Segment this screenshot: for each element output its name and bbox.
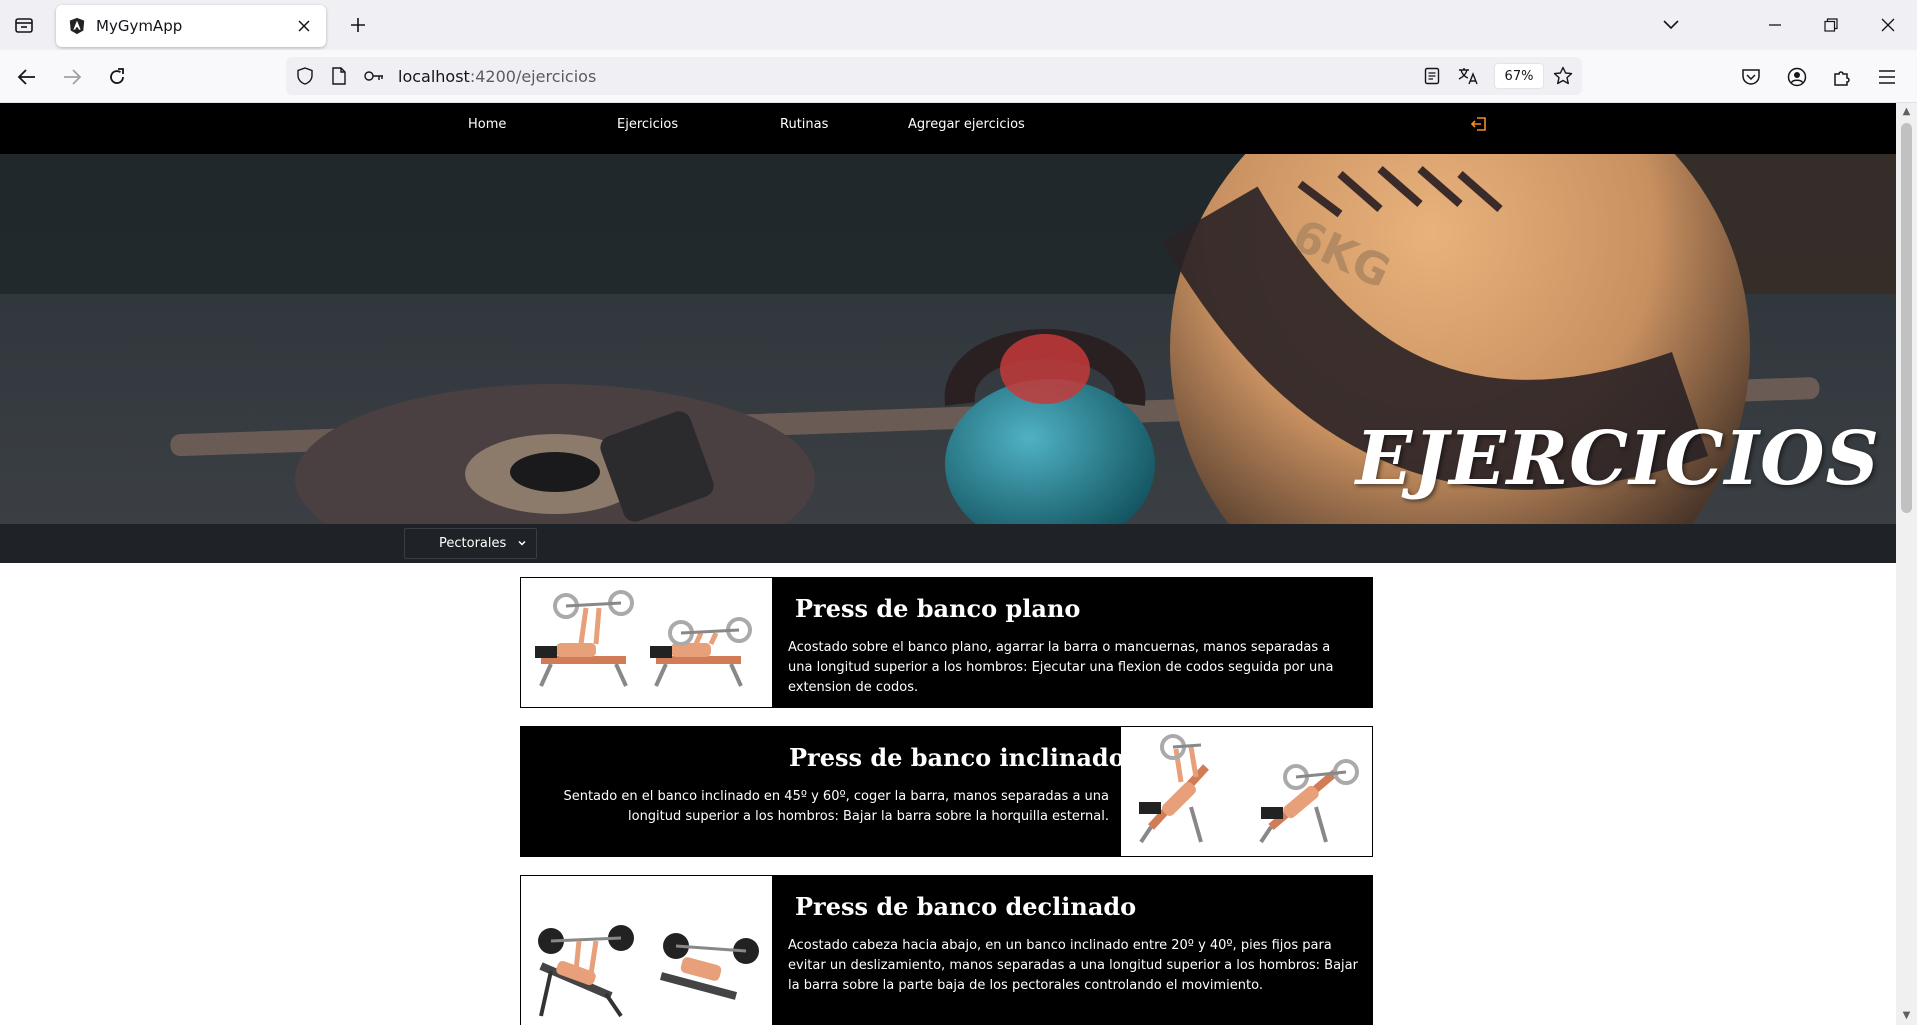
exercise-title: Press de banco plano xyxy=(795,594,1081,623)
reload-icon xyxy=(110,68,124,84)
back-button[interactable] xyxy=(10,60,44,94)
exercise-description: Sentado en el banco inclinado en 45º y 6… xyxy=(563,789,1109,824)
reload-button[interactable] xyxy=(100,60,134,94)
puzzle-icon xyxy=(1834,71,1850,86)
exercise-image-press-plano xyxy=(521,578,772,707)
exercise-card[interactable]: Press de banco inclinado Sentado en el b… xyxy=(520,726,1373,857)
translate-icon[interactable] xyxy=(1456,64,1480,88)
url-host: localhost xyxy=(398,67,470,86)
close-icon xyxy=(298,20,310,32)
exercise-title: Press de banco declinado xyxy=(795,892,1137,921)
account-icon xyxy=(1787,67,1807,87)
url-bar[interactable]: localhost:4200/ejercicios 67% xyxy=(286,57,1582,95)
exercise-image-press-inclinado xyxy=(1121,727,1372,856)
scroll-down-arrow[interactable]: ▼ xyxy=(1901,1010,1912,1022)
pocket-icon xyxy=(1742,69,1760,85)
minimize-icon xyxy=(1769,24,1781,26)
scrollbar-thumb[interactable] xyxy=(1901,123,1912,513)
menu-button[interactable] xyxy=(1870,60,1904,94)
tab-mygymapp[interactable]: MyGymApp xyxy=(56,5,326,47)
pocket-button[interactable] xyxy=(1734,60,1768,94)
reader-view-icon[interactable] xyxy=(1420,64,1444,88)
restore-button[interactable] xyxy=(1816,10,1846,40)
browser-nav-bar: localhost:4200/ejercicios 67% xyxy=(0,50,1917,103)
arrow-left-icon xyxy=(17,69,35,85)
exercise-description: Acostado sobre el banco plano, agarrar l… xyxy=(788,640,1334,695)
page-info-icon[interactable] xyxy=(327,64,351,88)
shield-icon[interactable] xyxy=(293,64,317,88)
close-window-button[interactable] xyxy=(1873,10,1903,40)
scroll-up-arrow[interactable]: ▲ xyxy=(1901,106,1912,118)
bookmark-star-icon[interactable] xyxy=(1551,64,1575,88)
restore-icon xyxy=(1824,18,1838,32)
exercise-title: Press de banco inclinado xyxy=(789,743,1125,772)
filter-bar: Pectorales xyxy=(0,524,1896,563)
hero-banner: 6KG EJERCICIOS xyxy=(0,154,1896,524)
minimize-button[interactable] xyxy=(1760,10,1790,40)
key-icon[interactable] xyxy=(362,64,386,88)
nav-link-agregar-ejercicios[interactable]: Agregar ejercicios xyxy=(908,117,1025,132)
url-text[interactable]: localhost:4200/ejercicios xyxy=(398,67,596,86)
chevron-down-icon xyxy=(518,540,526,546)
logout-icon[interactable] xyxy=(1470,115,1488,133)
muscle-group-selected: Pectorales xyxy=(439,536,507,551)
account-button[interactable] xyxy=(1780,60,1814,94)
tab-list-button[interactable] xyxy=(6,7,42,43)
plus-icon xyxy=(351,18,365,32)
nav-link-ejercicios[interactable]: Ejercicios xyxy=(617,117,678,132)
forward-button[interactable] xyxy=(55,60,89,94)
close-icon xyxy=(1881,18,1895,32)
chevron-down-icon xyxy=(1663,20,1679,30)
arrow-right-icon xyxy=(64,69,82,85)
site-navigation: Home Ejercicios Rutinas Agregar ejercici… xyxy=(0,103,1896,154)
nav-link-home[interactable]: Home xyxy=(468,117,506,132)
hamburger-menu-icon xyxy=(1879,70,1895,84)
page-scrollbar[interactable]: ▲ ▼ xyxy=(1896,103,1917,1025)
tab-close-button[interactable] xyxy=(292,14,316,38)
hero-title: EJERCICIOS xyxy=(1355,416,1880,502)
exercise-card[interactable]: Press de banco plano Acostado sobre el b… xyxy=(520,577,1373,708)
exercise-card[interactable]: Press de banco declinado Acostado cabeza… xyxy=(520,875,1373,1025)
extensions-button[interactable] xyxy=(1825,60,1859,94)
angular-favicon-icon xyxy=(69,17,85,35)
tab-title: MyGymApp xyxy=(96,17,183,35)
url-path: :4200/ejercicios xyxy=(469,67,597,86)
list-all-tabs-button[interactable] xyxy=(1656,10,1686,40)
zoom-level-badge[interactable]: 67% xyxy=(1494,63,1544,89)
exercise-image-press-declinado xyxy=(521,876,772,1025)
browser-tab-bar: MyGymApp xyxy=(0,0,1917,50)
nav-link-rutinas[interactable]: Rutinas xyxy=(780,117,828,132)
new-tab-button[interactable] xyxy=(345,12,371,38)
muscle-group-select[interactable]: Pectorales xyxy=(404,528,537,559)
exercise-description: Acostado cabeza hacia abajo, en un banco… xyxy=(788,938,1358,993)
page-viewport: Home Ejercicios Rutinas Agregar ejercici… xyxy=(0,103,1896,1025)
tab-list-icon xyxy=(15,18,33,33)
